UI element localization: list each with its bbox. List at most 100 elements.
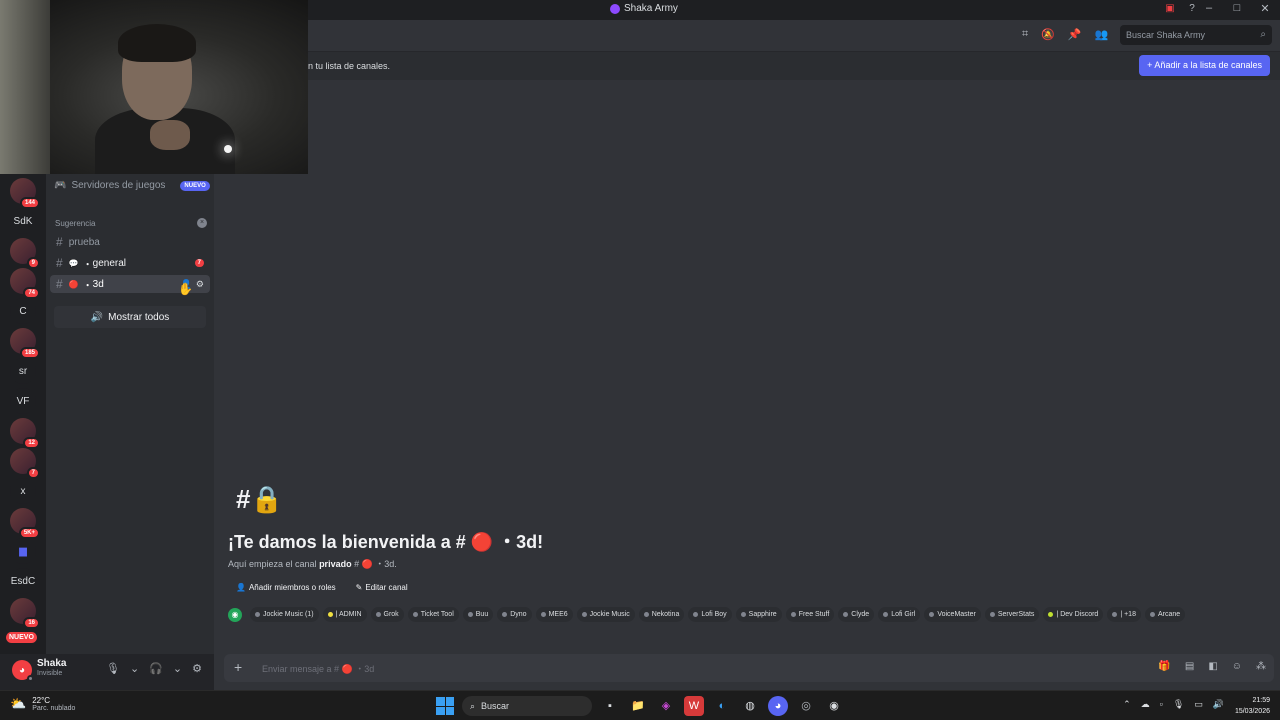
webcam-overlay: [0, 0, 308, 174]
user-settings-gear-icon[interactable]: ⚙: [192, 662, 202, 675]
show-all-button[interactable]: 🔊 Mostrar todos: [54, 306, 206, 328]
server-item[interactable]: 5K+: [10, 508, 40, 539]
server-item[interactable]: C: [10, 298, 36, 324]
minimize-icon[interactable]: –: [1202, 2, 1216, 15]
copilot-icon[interactable]: ◈: [656, 696, 676, 716]
taskbar-search[interactable]: ⌕ Buscar: [462, 696, 592, 716]
emoji-icon[interactable]: ☺: [1232, 661, 1242, 672]
tray-app-icon[interactable]: ▫: [1160, 699, 1163, 710]
browser-icon[interactable]: ◍: [740, 696, 760, 716]
composer-tools: 🎁 ▤ ◧ ☺ ⁂: [1158, 661, 1266, 672]
gif-icon[interactable]: ▤: [1185, 661, 1194, 672]
server-item[interactable]: EsdC: [10, 568, 36, 594]
discord-logo-icon: ◕: [18, 664, 26, 676]
app-icon[interactable]: ◎: [796, 696, 816, 716]
category-header[interactable]: Sugerencia ×: [55, 218, 207, 228]
edge-browser-icon[interactable]: ◐: [712, 696, 732, 716]
bot-chip[interactable]: | Dev Discord: [1043, 607, 1104, 622]
bot-chip[interactable]: Lofi Girl: [878, 607, 921, 622]
hash-icon: #: [56, 256, 63, 270]
add-attachment-icon[interactable]: +: [234, 659, 242, 675]
server-item[interactable]: 12: [10, 418, 40, 449]
new-badge: NUEVO: [180, 180, 210, 191]
server-item[interactable]: SdK: [10, 208, 36, 234]
status-dot-icon: [843, 612, 849, 617]
pencil-icon: ✎: [355, 582, 363, 592]
volume-icon[interactable]: 🔊: [1213, 699, 1224, 710]
search-input[interactable]: Buscar Shaka Army ⌕: [1120, 25, 1272, 45]
bot-chip[interactable]: Sapphire: [735, 607, 782, 622]
steam-icon[interactable]: ◉: [824, 696, 844, 716]
windows-start-icon[interactable]: [436, 697, 454, 715]
chevron-down-icon[interactable]: ⌄: [130, 662, 139, 675]
server-item[interactable]: 74: [10, 268, 40, 299]
chevron-up-icon[interactable]: ⌃: [1123, 699, 1131, 710]
channel-general[interactable]: # 💬 ・ general 7: [50, 254, 210, 272]
members-icon[interactable]: 👥: [1095, 28, 1109, 41]
bot-chip[interactable]: Clyde: [838, 607, 875, 622]
server-folder-icon[interactable]: ▆: [10, 538, 36, 564]
avatar[interactable]: ◕: [12, 660, 34, 682]
apps-icon[interactable]: ⁂: [1256, 661, 1266, 672]
server-item[interactable]: 144: [10, 178, 40, 209]
mic-icon[interactable]: 🎙: [1173, 699, 1184, 710]
bot-chip[interactable]: Jockie Music: [576, 607, 635, 622]
channel-header: ⌗ 🔕 📌 👥 Buscar Shaka Army ⌕: [308, 20, 1280, 52]
wps-office-icon[interactable]: W: [684, 696, 704, 716]
bot-chip[interactable]: Free Stuff: [785, 607, 835, 622]
message-composer[interactable]: + Enviar mensaje a # 🔴 ・3d 🎁 ▤ ◧ ☺ ⁂: [224, 654, 1274, 682]
bot-chip[interactable]: VoiceMaster: [924, 607, 981, 622]
microphone-icon[interactable]: 🎙: [106, 662, 120, 675]
bot-chip[interactable]: | +18: [1107, 607, 1141, 622]
clock[interactable]: 21:59 15/03/2026: [1235, 695, 1270, 717]
weather-widget[interactable]: ⛅ 22°C Parc. nublado: [10, 696, 75, 712]
gift-icon[interactable]: 🎁: [1158, 661, 1170, 672]
new-badge: NUEVO: [6, 632, 37, 643]
bot-chip[interactable]: Arcane: [1144, 607, 1186, 622]
chevron-down-icon[interactable]: ⌄: [173, 662, 182, 675]
close-icon[interactable]: ✕: [1258, 2, 1272, 15]
mention-badge: 7: [26, 467, 40, 479]
server-item[interactable]: x: [10, 478, 36, 504]
server-item[interactable]: 7: [10, 448, 40, 479]
dismiss-category-icon[interactable]: ×: [197, 218, 207, 228]
notifications-muted-icon[interactable]: 🔕: [1041, 28, 1055, 41]
bot-chip[interactable]: Lofi Boy: [688, 607, 732, 622]
server-item[interactable]: 9: [10, 238, 40, 269]
screen-share-icon[interactable]: ▣: [1164, 3, 1176, 15]
bot-chip[interactable]: Ticket Tool: [407, 607, 459, 622]
game-servers-link[interactable]: 🎮 Servidores de juegos NUEVO: [54, 180, 210, 191]
threads-icon[interactable]: ⌗: [1022, 28, 1028, 41]
message-input[interactable]: Enviar mensaje a # 🔴 ・3d: [262, 662, 374, 675]
server-item[interactable]: 16: [10, 598, 40, 629]
bot-chip[interactable]: Grok: [370, 607, 404, 622]
bot-chip[interactable]: ServerStats: [984, 607, 1040, 622]
bot-chip[interactable]: | ADMIN: [322, 607, 367, 622]
file-explorer-icon[interactable]: 📁: [628, 696, 648, 716]
pin-icon[interactable]: 📌: [1068, 28, 1082, 41]
settings-gear-icon[interactable]: ⚙: [196, 279, 204, 290]
add-to-channel-list-button[interactable]: + Añadir a la lista de canales: [1139, 55, 1270, 76]
bot-chip[interactable]: Jockie Music (1): [250, 607, 319, 622]
onedrive-icon[interactable]: ☁: [1141, 699, 1150, 710]
channel-prueba[interactable]: # prueba: [50, 233, 210, 251]
bot-chip[interactable]: Dyno: [497, 607, 532, 622]
edit-channel-button[interactable]: ✎ Editar canal: [350, 579, 414, 595]
app-directory-icon[interactable]: ◉: [228, 607, 242, 622]
maximize-icon[interactable]: □: [1230, 2, 1244, 15]
headphones-icon[interactable]: 🎧: [149, 662, 163, 675]
help-icon[interactable]: ?: [1186, 3, 1198, 15]
discord-icon[interactable]: ◕: [768, 696, 788, 716]
server-item[interactable]: sr: [10, 358, 36, 384]
window-title: Shaka Army: [610, 3, 678, 14]
bot-chip[interactable]: Nekotina: [638, 607, 685, 622]
bot-chip[interactable]: Buu: [462, 607, 494, 622]
bot-chip[interactable]: MEE6: [535, 607, 573, 622]
server-item[interactable]: 185: [10, 328, 40, 359]
task-view-icon[interactable]: ▪: [600, 696, 620, 716]
display-icon[interactable]: ▭: [1194, 699, 1203, 710]
add-members-button[interactable]: 👤 Añadir miembros o roles: [230, 579, 342, 595]
sticker-icon[interactable]: ◧: [1208, 661, 1217, 672]
server-item[interactable]: VF: [10, 388, 36, 414]
status-dot-icon: [467, 612, 473, 617]
